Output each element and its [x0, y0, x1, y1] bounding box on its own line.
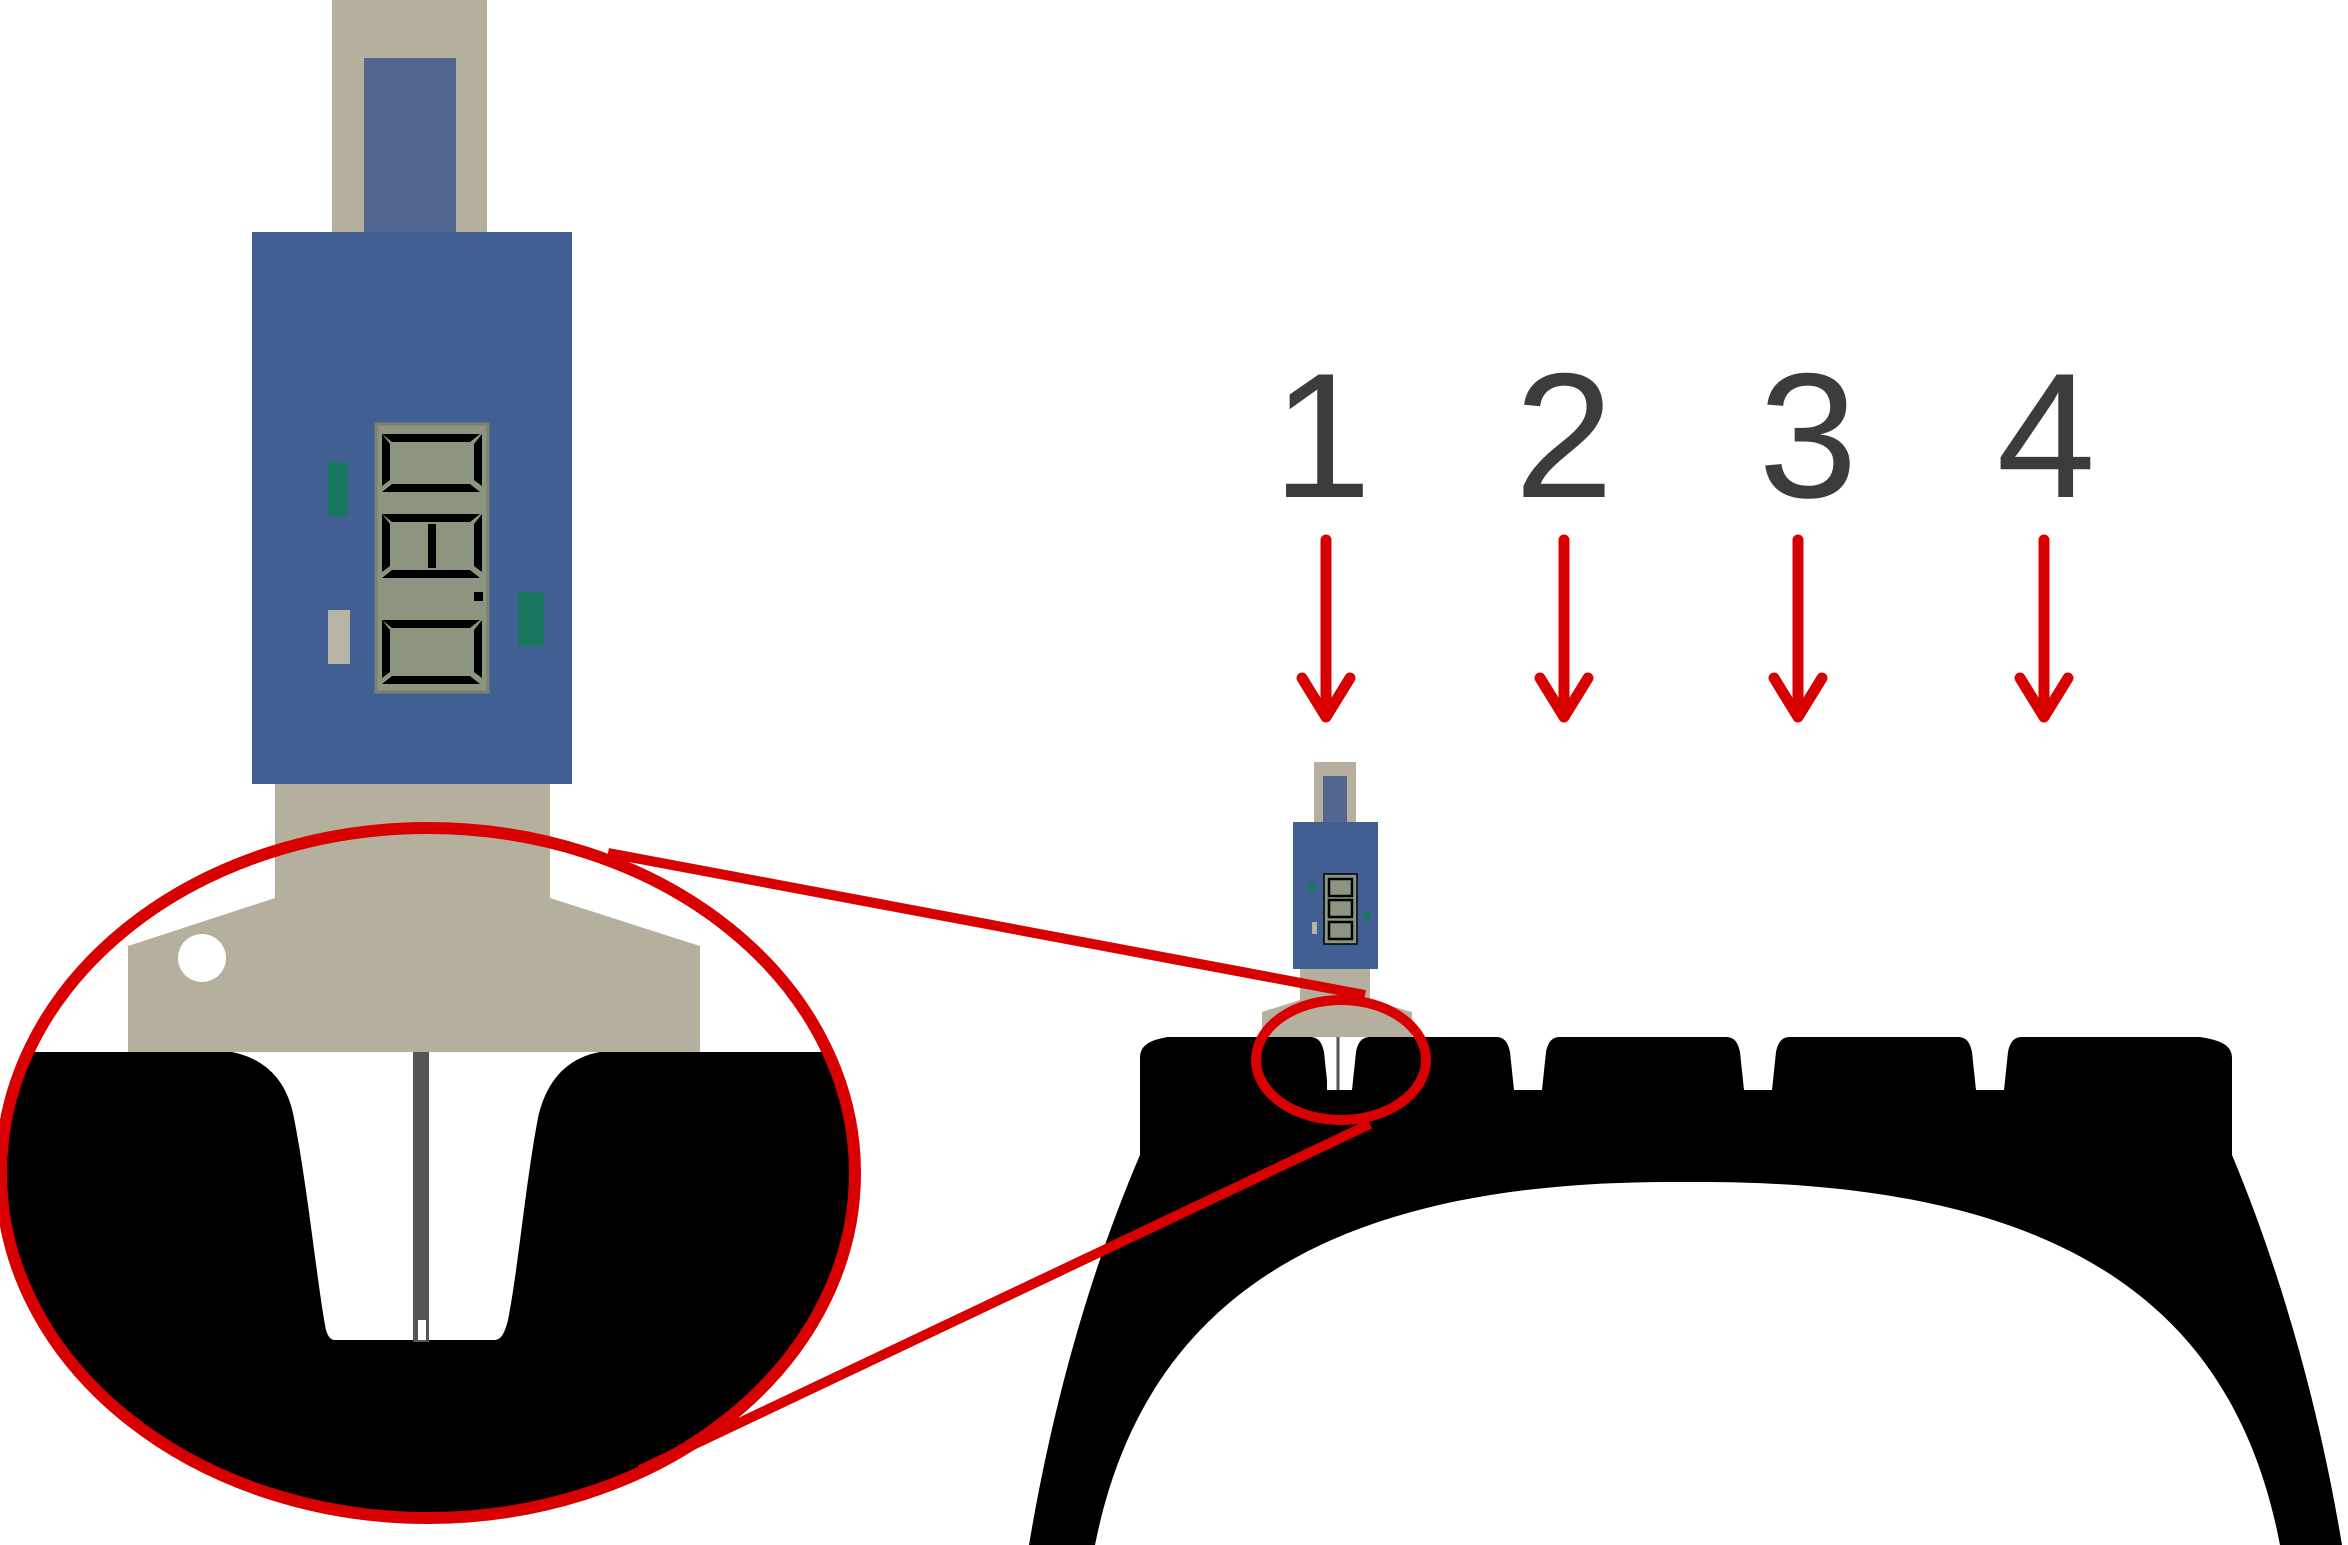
arrows — [1296, 534, 2074, 723]
indicator-grey — [328, 610, 350, 664]
tire-cross-section — [1029, 1037, 2342, 1545]
down-arrow-icon — [1768, 534, 1828, 723]
position-label-2: 2 — [1515, 336, 1614, 535]
tread-depth-diagram: 1 2 3 4 — [0, 0, 2342, 1545]
tread-depth-gauge-icon — [252, 0, 572, 903]
position-label-1: 1 — [1273, 336, 1372, 535]
down-arrow-icon — [1534, 534, 1594, 723]
gauge-small-stem-inner — [1323, 776, 1347, 824]
indicator-green — [328, 462, 348, 516]
gauge-large-stem-inner — [364, 58, 456, 235]
indicator-grey — [1312, 922, 1317, 934]
down-arrow-icon — [1296, 534, 1356, 723]
indicator-green — [518, 592, 544, 646]
indicator-green — [1364, 912, 1370, 920]
indicator-green — [1309, 882, 1315, 892]
gauge-probe-large — [413, 1052, 429, 1342]
position-label-3: 3 — [1759, 336, 1858, 535]
position-labels: 1 2 3 4 — [1273, 336, 2096, 535]
gauge-base-hole — [178, 934, 226, 982]
down-arrow-icon — [2014, 534, 2074, 723]
position-label-4: 4 — [1997, 336, 2096, 535]
tire-body — [1029, 1037, 2342, 1545]
